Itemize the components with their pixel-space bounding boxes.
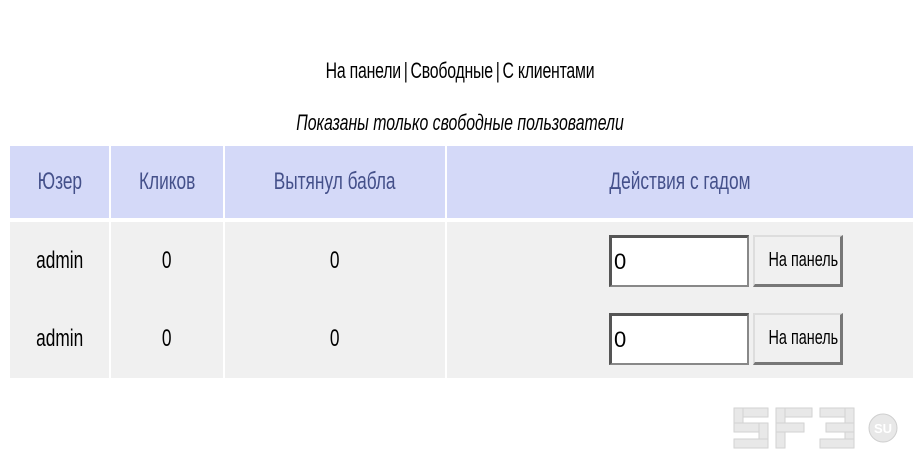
row-actions: На панель: [447, 235, 913, 287]
cell-actions: На панель: [446, 300, 913, 378]
filter-link-on-panel[interactable]: На панели: [326, 58, 401, 83]
nav-separator: |: [495, 58, 500, 83]
column-header-money: Вытянул бабла: [224, 146, 447, 220]
cell-money: 0: [224, 300, 447, 378]
su-badge-icon: SU: [868, 413, 898, 443]
nav-separator: |: [403, 58, 408, 83]
cell-actions: На панель: [446, 218, 913, 300]
to-panel-button[interactable]: На панель: [753, 313, 843, 365]
column-header-clicks: Кликов: [110, 146, 225, 220]
to-panel-button[interactable]: На панель: [753, 235, 843, 287]
cell-clicks: 0: [110, 218, 225, 300]
filter-status-text: Показаны только свободные пользователи: [296, 110, 624, 135]
amount-input[interactable]: [609, 313, 749, 365]
column-header-actions: Действия с гадом: [446, 146, 913, 220]
cell-clicks: 0: [110, 300, 225, 378]
filter-nav: На панели | Свободные | С клиентами: [129, 58, 791, 84]
table-row: admin 0 0 На панель: [10, 300, 913, 378]
column-header-user: Юзер: [10, 146, 111, 220]
su-badge-text: SU: [874, 421, 892, 436]
row-actions: На панель: [447, 313, 913, 365]
cell-user: admin: [10, 300, 111, 378]
filter-link-free[interactable]: Свободные: [411, 58, 493, 83]
filter-link-with-clients[interactable]: С клиентами: [502, 58, 594, 83]
table-row: admin 0 0 На панель: [10, 218, 913, 300]
cell-user: admin: [10, 218, 111, 300]
users-table: Юзер Кликов Вытянул бабла Действия с гад…: [10, 146, 913, 378]
table-header-row: Юзер Кликов Вытянул бабла Действия с гад…: [10, 146, 913, 220]
sfb-logo-mark: [733, 407, 855, 449]
site-logo: SU: [732, 406, 898, 450]
cell-money: 0: [224, 218, 447, 300]
amount-input[interactable]: [609, 235, 749, 287]
